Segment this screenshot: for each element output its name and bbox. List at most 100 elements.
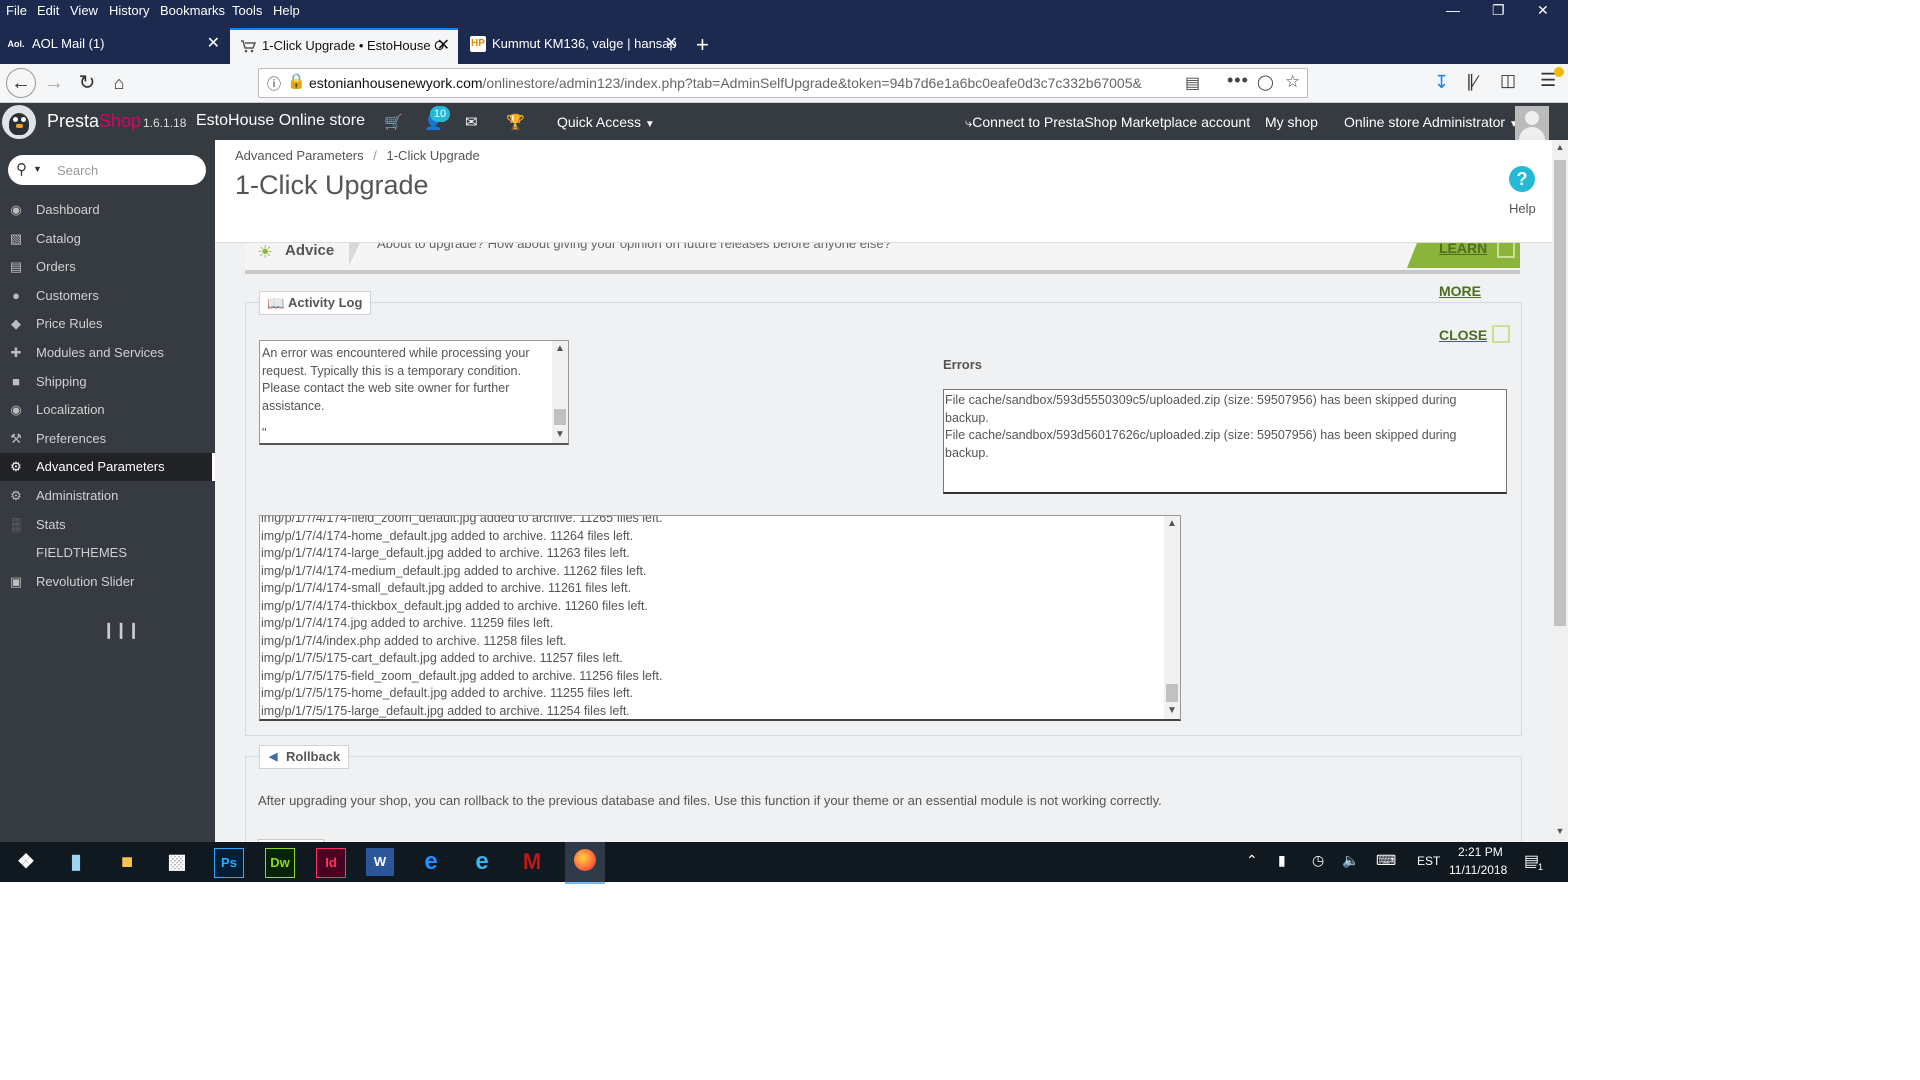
indesign-icon[interactable]: Id xyxy=(316,848,346,878)
mcafee-icon[interactable]: M xyxy=(518,848,546,876)
minimize-icon[interactable]: — xyxy=(1446,2,1460,18)
sidebar-item-catalog[interactable]: ▧ Catalog xyxy=(0,225,215,253)
word-icon[interactable]: W xyxy=(366,848,394,876)
prestashop-logo-icon[interactable] xyxy=(2,105,36,139)
edge-icon[interactable]: e xyxy=(417,848,445,876)
help-label[interactable]: Help xyxy=(1509,201,1536,216)
sidebar-toggle-icon[interactable]: ◫ xyxy=(1500,71,1516,91)
errors-box[interactable]: File cache/sandbox/593d5550309c5/uploade… xyxy=(943,389,1507,494)
sidebar-item-localization[interactable]: ◉ Localization xyxy=(0,396,215,424)
search-input[interactable]: Search xyxy=(57,163,98,178)
sidebar-item-dashboard[interactable]: ◉ Dashboard xyxy=(0,196,215,224)
library-icon[interactable]: ∥⁄ xyxy=(1466,72,1477,92)
restore-icon[interactable]: ❐ xyxy=(1492,2,1505,19)
show-hidden-icons-icon[interactable]: ⌃ xyxy=(1246,852,1258,869)
store-name[interactable]: EstoHouse Online store xyxy=(196,112,365,130)
close-window-icon[interactable]: ✕ xyxy=(1537,2,1549,19)
clock-time[interactable]: 2:21 PM xyxy=(1458,845,1503,859)
store-icon[interactable]: ▩ xyxy=(163,848,191,876)
home-icon[interactable]: ⌂ xyxy=(106,71,132,95)
tab-aol-mail[interactable]: Aol. AOL Mail (1) ✕ xyxy=(0,28,228,60)
close-link[interactable]: CLOSE xyxy=(1439,327,1487,343)
collapse-sidebar-icon[interactable]: ❙❙❙ xyxy=(102,620,140,640)
cart-icon xyxy=(240,38,257,54)
admin-menu[interactable]: Online store Administrator ▼ xyxy=(1344,114,1519,130)
connect-marketplace-link[interactable]: ⤷Connect to PrestaShop Marketplace accou… xyxy=(965,114,1250,131)
back-icon[interactable]: ← xyxy=(6,68,36,98)
scroll-thumb[interactable] xyxy=(1554,160,1566,626)
help-icon[interactable]: ? xyxy=(1509,166,1535,192)
new-tab-icon[interactable]: + xyxy=(696,32,709,58)
page-actions-icon[interactable]: ••• xyxy=(1227,70,1249,91)
error-message-box[interactable]: An error was encountered while processin… xyxy=(259,340,569,445)
sidebar-item-stats[interactable]: ░ Stats xyxy=(0,511,215,539)
internet-explorer-icon[interactable]: e xyxy=(468,848,496,876)
sidebar-item-price-rules[interactable]: ◆ Price Rules xyxy=(0,310,215,338)
avatar[interactable] xyxy=(1515,106,1549,140)
page-scrollbar[interactable]: ▲ ▼ xyxy=(1552,140,1568,842)
log-line: img/p/1/7/5/175-cart_default.jpg added t… xyxy=(261,651,623,665)
sidebar-item-fieldthemes[interactable]: FIELDTHEMES xyxy=(0,539,215,567)
file-explorer-icon[interactable]: ■ xyxy=(113,848,141,876)
close-tab-icon[interactable]: ✕ xyxy=(665,28,678,60)
windows-start-icon[interactable]: ❖ xyxy=(12,848,40,876)
keyboard-icon[interactable]: ⌨ xyxy=(1376,852,1396,869)
menu-bookmarks[interactable]: Bookmarks xyxy=(160,3,225,18)
log-line: img/p/1/7/4/174-large_default.jpg added … xyxy=(261,546,630,560)
sidebar-item-customers[interactable]: ● Customers xyxy=(0,282,215,310)
sidebar-search[interactable]: ⚲ ▼ Search xyxy=(8,155,206,185)
my-shop-link[interactable]: My shop xyxy=(1265,114,1318,130)
sidebar-item-administration[interactable]: ⚙ Administration xyxy=(0,482,215,510)
reader-view-icon[interactable]: ▤ xyxy=(1185,73,1200,93)
caret-down-icon[interactable]: ▼ xyxy=(33,164,42,174)
breadcrumb-parent[interactable]: Advanced Parameters xyxy=(235,148,364,163)
sidebar-item-orders[interactable]: ▤ Orders xyxy=(0,253,215,281)
dreamweaver-icon[interactable]: Dw xyxy=(265,848,295,878)
sidebar-item-modules[interactable]: ✚ Modules and Services xyxy=(0,339,215,367)
sidebar-item-advanced-parameters[interactable]: ⚙ Advanced Parameters xyxy=(0,453,215,481)
menu-history[interactable]: History xyxy=(109,3,149,18)
reload-icon[interactable]: ↻ xyxy=(74,71,100,95)
search-icon[interactable]: ⚲ xyxy=(16,160,27,178)
trophy-icon[interactable]: 🏆 xyxy=(506,113,525,131)
shipping-icon: ■ xyxy=(12,374,20,389)
menu-view[interactable]: View xyxy=(70,3,98,18)
info-icon[interactable]: ⓘ xyxy=(267,74,281,94)
clock-date[interactable]: 11/11/2018 xyxy=(1449,863,1507,877)
url-bar[interactable]: ⓘ 🔒 estonianhousenewyork.com/onlinestore… xyxy=(258,68,1308,98)
wifi-icon[interactable]: ◷ xyxy=(1312,852,1324,869)
sidebar-item-revolution-slider[interactable]: ▣ Revolution Slider xyxy=(0,568,215,596)
tab-kummut[interactable]: HP Kummut KM136, valge | hansap ✕ xyxy=(460,28,686,60)
quick-access-menu[interactable]: Quick Access ▼ xyxy=(557,114,655,130)
sidebar-item-shipping[interactable]: ■ Shipping xyxy=(0,368,215,396)
firefox-taskbar-icon[interactable] xyxy=(565,842,605,884)
orders-icon: ▤ xyxy=(9,259,23,274)
scroll-up-icon[interactable]: ▲ xyxy=(1552,142,1568,152)
scrollbar[interactable]: ▲ ▼ xyxy=(1164,516,1180,719)
activity-log-box[interactable]: img/p/1/7/4/174-field_zoom_default.jpg a… xyxy=(259,515,1181,721)
download-icon[interactable]: ↧ xyxy=(1434,72,1449,93)
menu-tools[interactable]: Tools xyxy=(232,3,262,18)
close-tab-icon[interactable]: ✕ xyxy=(437,30,450,62)
scroll-down-icon[interactable]: ▼ xyxy=(1552,826,1568,836)
forward-icon[interactable]: → xyxy=(41,71,67,95)
menu-file[interactable]: File xyxy=(6,3,27,18)
messages-icon[interactable]: ✉ xyxy=(465,113,478,131)
task-view-icon[interactable]: ▮ xyxy=(62,848,90,876)
volume-icon[interactable]: 🔈 xyxy=(1342,852,1359,869)
input-language[interactable]: EST xyxy=(1417,854,1440,868)
menu-help[interactable]: Help xyxy=(273,3,300,18)
brand-name[interactable]: PrestaShop xyxy=(47,111,141,132)
close-tab-icon[interactable]: ✕ xyxy=(207,28,220,60)
more-link[interactable]: MORE xyxy=(1439,283,1481,299)
scrollbar[interactable]: ▲ ▼ xyxy=(552,341,568,443)
menu-edit[interactable]: Edit xyxy=(37,3,59,18)
tab-1-click-upgrade[interactable]: 1-Click Upgrade • EstoHouse O ✕ xyxy=(230,28,458,64)
orders-cart-icon[interactable]: 🛒 xyxy=(384,113,403,131)
bookmark-star-icon[interactable]: ☆ xyxy=(1285,72,1300,92)
external-link-icon[interactable] xyxy=(1492,325,1510,343)
battery-icon[interactable]: ▮ xyxy=(1278,852,1286,869)
pocket-icon[interactable]: ◯ xyxy=(1257,73,1274,91)
sidebar-item-preferences[interactable]: ⚒ Preferences xyxy=(0,425,215,453)
photoshop-icon[interactable]: Ps xyxy=(214,848,244,878)
